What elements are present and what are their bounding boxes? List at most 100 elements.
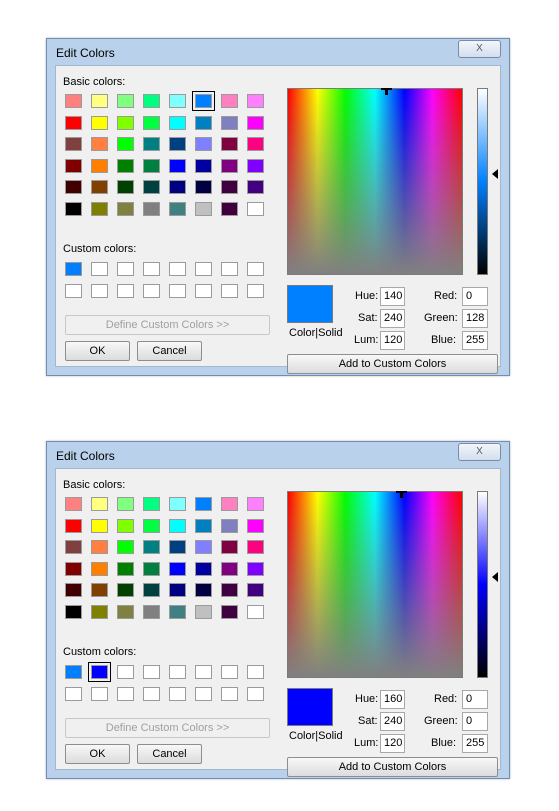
spectrum-crosshair[interactable]: [381, 88, 392, 95]
basic-color-swatch[interactable]: [195, 158, 212, 173]
basic-color-swatch[interactable]: [221, 583, 238, 598]
basic-color-swatch[interactable]: [91, 518, 108, 533]
basic-color-swatch[interactable]: [117, 115, 134, 130]
basic-color-swatch[interactable]: [169, 518, 186, 533]
custom-color-swatch[interactable]: [195, 665, 212, 679]
custom-color-swatch[interactable]: [221, 665, 238, 679]
basic-color-swatch[interactable]: [91, 583, 108, 598]
basic-color-swatch[interactable]: [91, 180, 108, 195]
basic-color-swatch[interactable]: [65, 497, 82, 511]
basic-color-swatch[interactable]: [65, 561, 82, 576]
basic-color-swatch[interactable]: [117, 561, 134, 576]
basic-color-swatch[interactable]: [247, 158, 264, 173]
basic-color-swatch[interactable]: [117, 137, 134, 152]
basic-color-swatch[interactable]: [195, 540, 212, 555]
add-to-custom-colors-button[interactable]: Add to Custom Colors: [287, 757, 498, 777]
close-button[interactable]: X: [458, 40, 501, 58]
custom-color-swatch[interactable]: [117, 687, 134, 701]
custom-color-swatch[interactable]: [247, 687, 264, 701]
basic-color-swatch[interactable]: [195, 137, 212, 152]
basic-color-swatch[interactable]: [192, 91, 215, 111]
custom-color-swatch[interactable]: [169, 665, 186, 679]
green-field[interactable]: 0: [462, 712, 488, 731]
luminosity-arrow[interactable]: [492, 169, 498, 179]
basic-color-swatch[interactable]: [91, 137, 108, 152]
basic-color-swatch[interactable]: [169, 605, 186, 619]
custom-color-swatch[interactable]: [143, 284, 160, 298]
basic-color-swatch[interactable]: [169, 497, 186, 511]
define-custom-colors-button[interactable]: Define Custom Colors >>: [65, 315, 270, 335]
luminosity-bar[interactable]: [477, 88, 488, 275]
basic-color-swatch[interactable]: [247, 497, 264, 511]
custom-color-swatch[interactable]: [88, 662, 111, 682]
basic-color-swatch[interactable]: [169, 202, 186, 216]
custom-color-swatch[interactable]: [91, 284, 108, 298]
luminosity-arrow[interactable]: [492, 572, 498, 582]
custom-color-swatch[interactable]: [65, 262, 82, 276]
basic-color-swatch[interactable]: [143, 94, 160, 108]
basic-color-swatch[interactable]: [221, 605, 238, 619]
custom-color-swatch[interactable]: [65, 284, 82, 298]
luminosity-bar[interactable]: [477, 491, 488, 678]
basic-color-swatch[interactable]: [143, 180, 160, 195]
basic-color-swatch[interactable]: [247, 94, 264, 108]
custom-color-swatch[interactable]: [247, 262, 264, 276]
basic-color-swatch[interactable]: [195, 180, 212, 195]
cancel-button[interactable]: Cancel: [137, 744, 202, 764]
custom-color-swatch[interactable]: [143, 687, 160, 701]
basic-color-swatch[interactable]: [117, 583, 134, 598]
custom-color-swatch[interactable]: [169, 262, 186, 276]
basic-color-swatch[interactable]: [143, 518, 160, 533]
custom-color-swatch[interactable]: [91, 687, 108, 701]
basic-color-swatch[interactable]: [117, 605, 134, 619]
basic-color-swatch[interactable]: [221, 94, 238, 108]
basic-color-swatch[interactable]: [169, 137, 186, 152]
green-field[interactable]: 128: [462, 309, 488, 328]
custom-color-swatch[interactable]: [117, 665, 134, 679]
basic-color-swatch[interactable]: [143, 115, 160, 130]
basic-color-swatch[interactable]: [91, 540, 108, 555]
basic-color-swatch[interactable]: [169, 561, 186, 576]
custom-color-swatch[interactable]: [247, 665, 264, 679]
basic-color-swatch[interactable]: [169, 94, 186, 108]
basic-color-swatch[interactable]: [65, 202, 82, 216]
basic-color-swatch[interactable]: [247, 605, 264, 619]
basic-color-swatch[interactable]: [195, 583, 212, 598]
custom-color-swatch[interactable]: [221, 284, 238, 298]
custom-color-swatch[interactable]: [221, 262, 238, 276]
custom-color-swatch[interactable]: [221, 687, 238, 701]
custom-color-swatch[interactable]: [143, 665, 160, 679]
basic-color-swatch[interactable]: [143, 137, 160, 152]
basic-color-swatch[interactable]: [91, 561, 108, 576]
ok-button[interactable]: OK: [65, 341, 130, 361]
basic-color-swatch[interactable]: [169, 180, 186, 195]
basic-color-swatch[interactable]: [169, 158, 186, 173]
basic-color-swatch[interactable]: [195, 605, 212, 619]
basic-color-swatch[interactable]: [195, 518, 212, 533]
basic-color-swatch[interactable]: [117, 202, 134, 216]
basic-color-swatch[interactable]: [143, 561, 160, 576]
add-to-custom-colors-button[interactable]: Add to Custom Colors: [287, 354, 498, 374]
basic-color-swatch[interactable]: [195, 561, 212, 576]
hue-field[interactable]: 140: [380, 287, 405, 306]
basic-color-swatch[interactable]: [221, 158, 238, 173]
basic-color-swatch[interactable]: [143, 540, 160, 555]
sat-field[interactable]: 240: [380, 309, 405, 328]
basic-color-swatch[interactable]: [65, 605, 82, 619]
basic-color-swatch[interactable]: [65, 137, 82, 152]
basic-color-swatch[interactable]: [247, 540, 264, 555]
basic-color-swatch[interactable]: [91, 497, 108, 511]
basic-color-swatch[interactable]: [91, 605, 108, 619]
basic-color-swatch[interactable]: [221, 497, 238, 511]
basic-color-swatch[interactable]: [117, 540, 134, 555]
basic-color-swatch[interactable]: [247, 180, 264, 195]
hue-field[interactable]: 160: [380, 690, 405, 709]
basic-color-swatch[interactable]: [65, 158, 82, 173]
title-bar[interactable]: Edit Colors X: [47, 39, 509, 63]
custom-color-swatch[interactable]: [169, 284, 186, 298]
basic-color-swatch[interactable]: [143, 202, 160, 216]
custom-color-swatch[interactable]: [117, 262, 134, 276]
basic-color-swatch[interactable]: [117, 497, 134, 511]
basic-color-swatch[interactable]: [221, 115, 238, 130]
custom-color-swatch[interactable]: [91, 262, 108, 276]
